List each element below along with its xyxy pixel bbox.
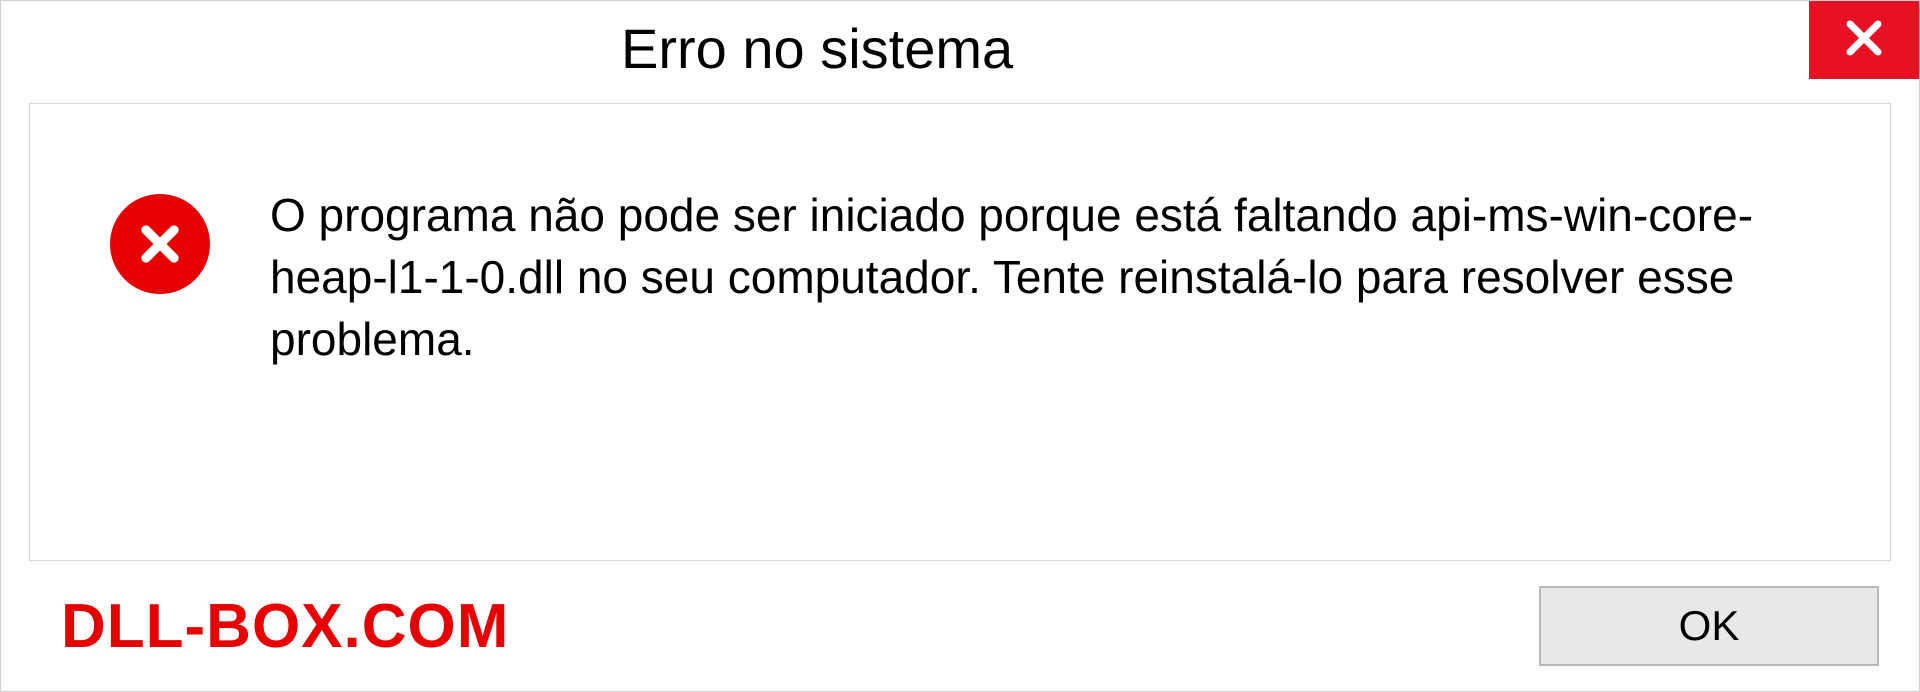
watermark-text: DLL-BOX.COM bbox=[61, 591, 509, 662]
dialog-title: Erro no sistema bbox=[621, 16, 1013, 81]
error-dialog: Erro no sistema O programa não pode ser … bbox=[0, 0, 1920, 692]
close-button[interactable] bbox=[1809, 1, 1919, 79]
footer: DLL-BOX.COM OK bbox=[1, 561, 1919, 691]
close-icon bbox=[1840, 14, 1888, 67]
ok-button[interactable]: OK bbox=[1539, 586, 1879, 666]
ok-button-label: OK bbox=[1679, 602, 1740, 650]
titlebar: Erro no sistema bbox=[1, 1, 1919, 95]
error-icon bbox=[110, 194, 210, 294]
error-message: O programa não pode ser iniciado porque … bbox=[270, 184, 1830, 370]
error-icon-wrapper bbox=[110, 194, 210, 294]
content-area: O programa não pode ser iniciado porque … bbox=[29, 103, 1891, 561]
